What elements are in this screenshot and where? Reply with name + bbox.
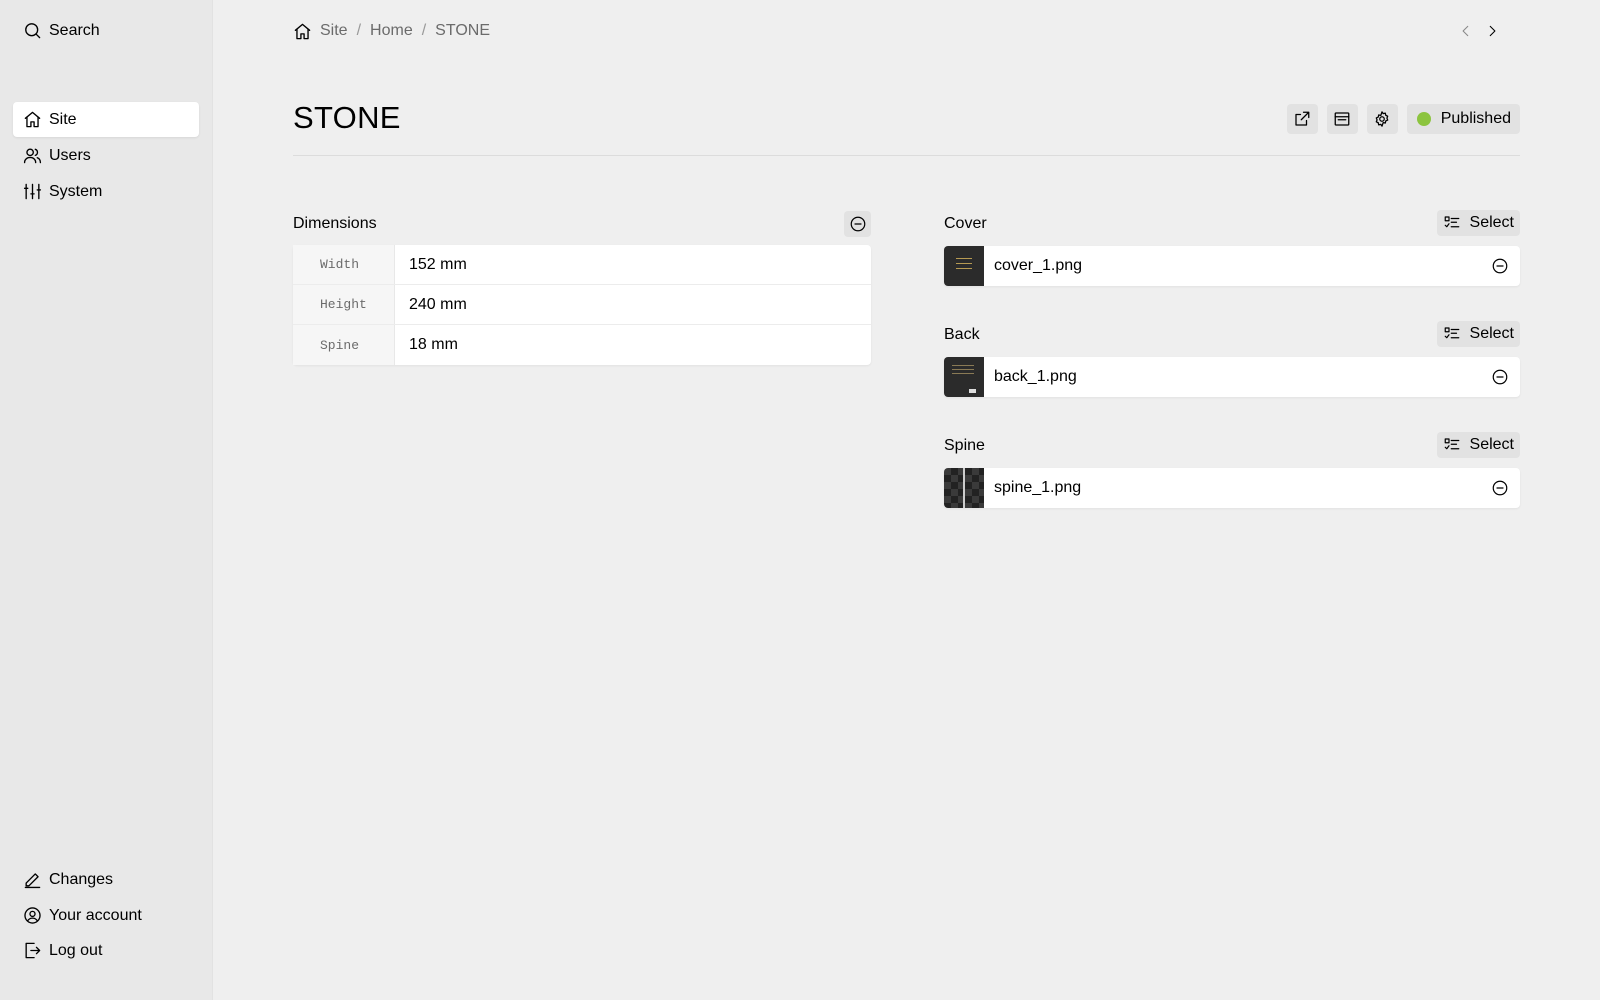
- checklist-icon: [1444, 438, 1459, 450]
- back-thumbnail: [944, 357, 984, 397]
- sidebar-item-label: Users: [49, 146, 91, 164]
- next-page-button[interactable]: [1484, 21, 1500, 41]
- sidebar-item-label: Site: [49, 110, 77, 128]
- header-actions: Published: [1286, 104, 1520, 134]
- previous-page-button[interactable]: [1458, 21, 1474, 41]
- dimension-value-field[interactable]: 240 mm: [395, 285, 871, 324]
- remove-dimensions-button[interactable]: [844, 211, 871, 237]
- page-title: STONE: [293, 100, 401, 135]
- back-filename: back_1.png: [994, 368, 1077, 385]
- cover-select-button[interactable]: Select: [1436, 210, 1520, 236]
- select-label: Select: [1469, 214, 1514, 231]
- dimension-row: Width 152 mm: [293, 245, 871, 285]
- dimension-key: Height: [293, 285, 395, 324]
- sidebar-item-label: Your account: [49, 906, 142, 924]
- external-link-icon: [1295, 111, 1310, 126]
- chevron-left-icon: [1462, 25, 1469, 37]
- sidebar-item-label: Changes: [49, 870, 114, 888]
- spine-select-button[interactable]: Select: [1436, 432, 1520, 458]
- users-icon: [22, 146, 42, 166]
- back-select-button[interactable]: Select: [1436, 321, 1520, 347]
- dimension-value-field[interactable]: 152 mm: [395, 245, 871, 284]
- search-label: Search: [49, 21, 100, 39]
- breadcrumb-site[interactable]: Site: [320, 22, 348, 40]
- breadcrumb-separator: /: [356, 22, 362, 39]
- status-label: Published: [1440, 110, 1511, 127]
- cover-filename: cover_1.png: [994, 257, 1083, 274]
- sidebar-item-changes[interactable]: Changes: [13, 862, 199, 897]
- header-divider: [293, 155, 1520, 156]
- spine-label: Spine: [944, 437, 985, 454]
- chevron-right-icon: [1489, 25, 1496, 37]
- sliders-icon: [22, 182, 42, 202]
- status-dot: [1416, 112, 1431, 126]
- gear-icon: [1375, 111, 1389, 127]
- spine-file-row[interactable]: spine_1.png: [944, 468, 1520, 508]
- select-label: Select: [1469, 436, 1514, 453]
- sidebar-item-system[interactable]: System: [13, 174, 199, 209]
- spine-filename: spine_1.png: [994, 479, 1082, 496]
- dimension-row: Height 240 mm: [293, 285, 871, 325]
- cover-thumbnail: [944, 246, 984, 286]
- checklist-icon: [1444, 216, 1459, 228]
- sidebar: Search Site Users System Changes Your ac…: [0, 0, 213, 1000]
- breadcrumb-separator: /: [421, 22, 427, 39]
- settings-button[interactable]: [1366, 104, 1398, 134]
- remove-cover-button[interactable]: [1480, 246, 1520, 286]
- home-icon: [22, 110, 42, 130]
- sidebar-item-label: Log out: [49, 941, 103, 959]
- spine-thumbnail: [944, 468, 984, 508]
- page-pager: [1458, 21, 1500, 41]
- breadcrumb: Site / Home / STONE: [293, 20, 490, 42]
- search-button[interactable]: Search: [13, 13, 199, 48]
- sidebar-item-label: System: [49, 182, 103, 200]
- dimensions-table: Width 152 mm Height 240 mm Spine 18 mm: [293, 245, 871, 365]
- dimension-key: Spine: [293, 325, 395, 365]
- cover-file-row[interactable]: cover_1.png: [944, 246, 1520, 286]
- sidebar-item-your-account[interactable]: Your account: [13, 898, 199, 933]
- checklist-icon: [1444, 327, 1459, 339]
- back-file-row[interactable]: back_1.png: [944, 357, 1520, 397]
- pencil-icon: [22, 870, 42, 890]
- minus-circle-icon: [1492, 480, 1508, 496]
- dimension-key: Width: [293, 245, 395, 284]
- minus-circle-icon: [850, 216, 865, 232]
- status-button[interactable]: Published: [1406, 104, 1520, 134]
- select-label: Select: [1469, 325, 1514, 342]
- search-icon: [22, 21, 42, 41]
- open-preview-button[interactable]: [1286, 104, 1318, 134]
- breadcrumb-home[interactable]: Home: [370, 22, 413, 40]
- sidebar-item-log-out[interactable]: Log out: [13, 933, 199, 968]
- user-circle-icon: [22, 906, 42, 926]
- window-view-button[interactable]: [1326, 104, 1358, 134]
- back-label: Back: [944, 326, 980, 343]
- minus-circle-icon: [1492, 258, 1508, 274]
- sidebar-item-users[interactable]: Users: [13, 138, 199, 173]
- minus-circle-icon: [1492, 369, 1508, 385]
- sidebar-item-site[interactable]: Site: [13, 102, 199, 137]
- dimensions-label: Dimensions: [293, 215, 377, 232]
- window-icon: [1334, 112, 1350, 126]
- home-icon[interactable]: [293, 22, 312, 41]
- logout-icon: [22, 941, 42, 961]
- dimension-value-field[interactable]: 18 mm: [395, 325, 871, 365]
- remove-back-button[interactable]: [1480, 357, 1520, 397]
- breadcrumb-current[interactable]: STONE: [435, 22, 490, 40]
- dimension-row: Spine 18 mm: [293, 325, 871, 365]
- remove-spine-button[interactable]: [1480, 468, 1520, 508]
- cover-label: Cover: [944, 215, 987, 232]
